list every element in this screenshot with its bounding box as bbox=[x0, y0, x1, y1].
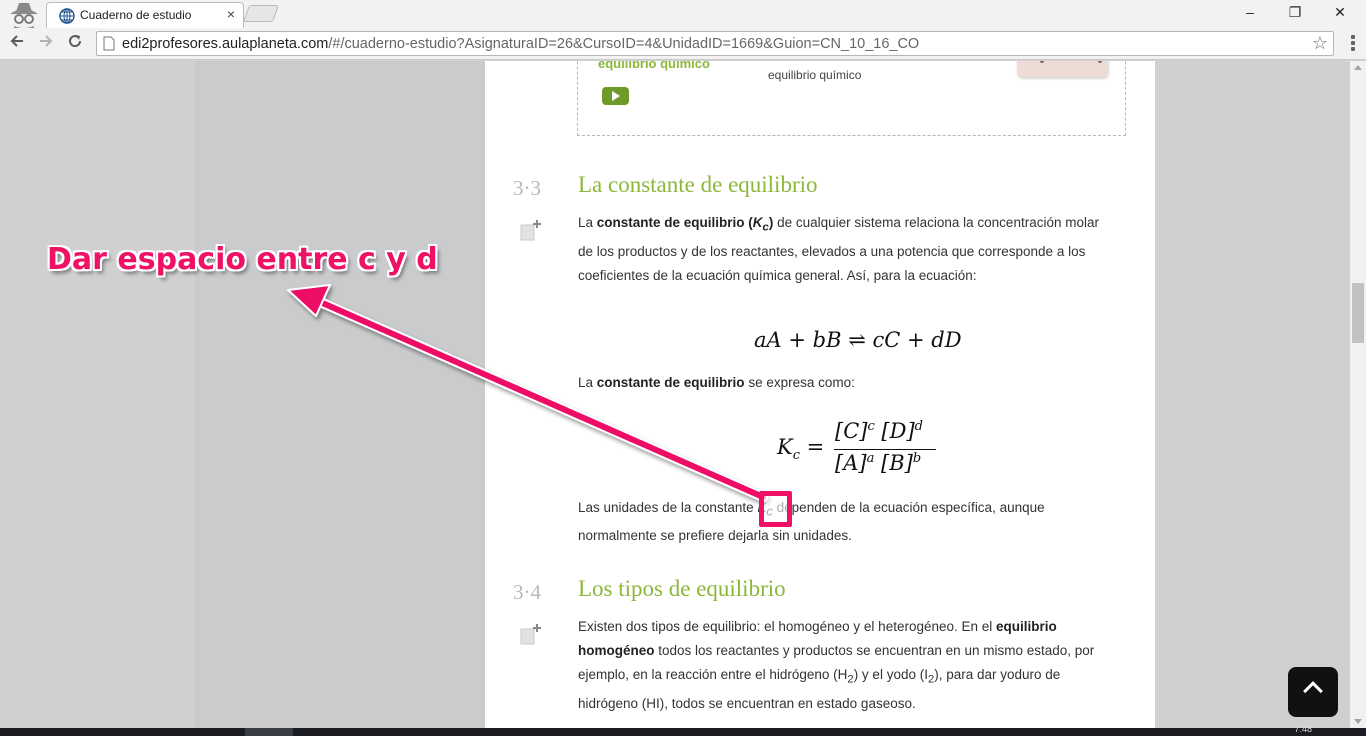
browser-tab[interactable]: Cuaderno de estudio × bbox=[46, 2, 244, 28]
text: Existen dos tipos de equilibrio: el homo… bbox=[578, 619, 997, 634]
term: [D] bbox=[874, 419, 915, 443]
study-notebook-content: equilibrio químico equilibrio químico 3·… bbox=[485, 61, 1155, 728]
reload-icon[interactable] bbox=[64, 33, 86, 55]
paragraph-kc-expression-intro: La constante de equilibrio se expresa co… bbox=[578, 371, 1103, 395]
paragraph-equilibrium-types: Existen dos tipos de equilibrio: el homo… bbox=[578, 615, 1103, 716]
add-note-icon[interactable] bbox=[520, 219, 542, 241]
globe-icon bbox=[59, 8, 75, 24]
paragraph-kc-definition: La constante de equilibrio (Kc) de cualq… bbox=[578, 211, 1103, 288]
back-to-top-button[interactable] bbox=[1288, 667, 1338, 717]
video-thumbnail[interactable] bbox=[1018, 61, 1108, 77]
text: Las unidades de la constante bbox=[578, 500, 758, 515]
url-host: edi2profesores.aulaplaneta.com bbox=[122, 36, 329, 52]
kc-symbol: K bbox=[752, 215, 763, 230]
term: [C] bbox=[835, 419, 868, 443]
taskbar-active-app[interactable] bbox=[245, 728, 293, 736]
close-window-button[interactable]: ✕ bbox=[1318, 4, 1362, 24]
vertical-scrollbar[interactable] bbox=[1350, 61, 1366, 728]
term: [B] bbox=[874, 451, 913, 475]
browser-toolbar: edi2profesores.aulaplaneta.com/#/cuadern… bbox=[0, 28, 1366, 60]
text: se expresa como: bbox=[744, 375, 855, 390]
kc-label: Kc = bbox=[777, 435, 824, 463]
formula-denominator: [A]a [B]b bbox=[835, 451, 921, 475]
section-number: 3·3 bbox=[513, 176, 541, 200]
exponent: d bbox=[914, 419, 923, 434]
paragraph-kc-units: Las unidades de la constante Kc dependen… bbox=[578, 496, 1103, 548]
video-card: equilibrio químico equilibrio químico bbox=[577, 61, 1126, 136]
annotation-highlight-box bbox=[759, 491, 792, 527]
play-icon bbox=[612, 91, 620, 101]
text: ) y el yodo (I bbox=[853, 667, 928, 682]
text: La bbox=[578, 215, 597, 230]
play-video-button[interactable] bbox=[602, 87, 629, 105]
forward-icon[interactable] bbox=[35, 33, 57, 55]
term: [A] bbox=[835, 451, 867, 475]
kc-symbol: K bbox=[777, 435, 793, 459]
section-number: 3·4 bbox=[513, 580, 541, 604]
equals-sign: = bbox=[799, 435, 825, 459]
minimize-button[interactable]: – bbox=[1228, 4, 1272, 24]
address-bar[interactable]: edi2profesores.aulaplaneta.com/#/cuadern… bbox=[96, 31, 1334, 56]
new-tab-button[interactable] bbox=[242, 5, 280, 22]
video-title: equilibrio químico bbox=[598, 61, 710, 71]
add-note-icon[interactable] bbox=[520, 623, 542, 645]
tab-title: Cuaderno de estudio bbox=[80, 8, 192, 22]
section-title: La constante de equilibrio bbox=[578, 172, 818, 197]
chemical-equation: aA + bB ⇌ cC + dD bbox=[754, 328, 962, 352]
page-icon bbox=[103, 36, 115, 51]
page-viewport: equilibrio químico equilibrio químico 3·… bbox=[0, 61, 1350, 728]
left-panel bbox=[195, 61, 485, 728]
url-text: edi2profesores.aulaplaneta.com/#/cuadern… bbox=[122, 36, 919, 52]
bold-term: constante de equilibrio ( bbox=[596, 215, 753, 230]
exponent: c bbox=[867, 419, 875, 434]
scroll-down-icon[interactable] bbox=[1354, 719, 1362, 724]
fraction-bar bbox=[834, 449, 936, 450]
equilibrium-arrow-icon: ⇌ bbox=[848, 328, 866, 352]
video-description: equilibrio químico bbox=[768, 68, 862, 82]
equation-products: cC + dD bbox=[872, 328, 962, 352]
back-icon[interactable] bbox=[6, 33, 28, 55]
chevron-up-icon bbox=[1303, 681, 1323, 701]
kc-subscript: c bbox=[792, 448, 800, 464]
scrollbar-thumb[interactable] bbox=[1352, 283, 1364, 343]
url-path: /#/cuaderno-estudio?AsignaturaID=26&Curs… bbox=[328, 36, 920, 52]
maximize-button[interactable]: ❐ bbox=[1273, 4, 1317, 24]
annotation-text: Dar espacio entre c y d bbox=[47, 242, 438, 277]
os-taskbar: 7:48 bbox=[0, 724, 1366, 736]
exponent: b bbox=[912, 451, 922, 466]
scroll-up-icon[interactable] bbox=[1354, 65, 1362, 70]
bold-term: constante de equilibrio bbox=[596, 375, 745, 390]
text: La bbox=[578, 375, 597, 390]
section-title: Los tipos de equilibrio bbox=[578, 576, 786, 601]
bookmark-star-icon[interactable]: ☆ bbox=[1312, 33, 1328, 54]
tab-close-icon[interactable]: × bbox=[227, 6, 235, 22]
equation-reactants: aA + bB bbox=[754, 328, 842, 352]
browser-titlebar: Cuaderno de estudio × – ❐ ✕ bbox=[0, 0, 1366, 28]
formula-numerator: [C]c [D]d bbox=[835, 419, 923, 443]
taskbar-clock: 7:48 bbox=[1294, 724, 1312, 734]
chrome-menu-icon[interactable] bbox=[1346, 34, 1360, 52]
incognito-icon bbox=[10, 3, 38, 28]
